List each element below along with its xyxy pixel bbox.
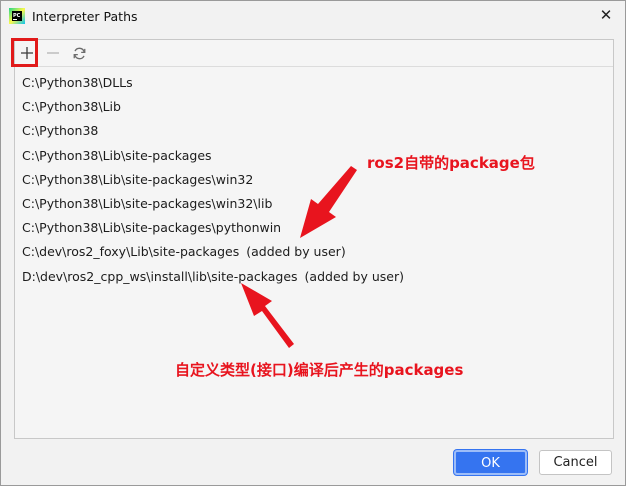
path-text: C:\Python38\Lib\site-packages\win32\lib <box>22 195 273 211</box>
app-icon-text: PC <box>13 13 21 19</box>
path-list-item[interactable]: C:\Python38\DLLs <box>15 71 613 95</box>
path-list-item[interactable]: C:\Python38\Lib\site-packages\pythonwin <box>15 216 613 240</box>
annotation-custom-packages: 自定义类型(接口)编译后产生的packages <box>175 361 464 379</box>
add-button-highlight-box <box>11 38 38 67</box>
path-list-item[interactable]: C:\Python38\Lib\site-packages\win32\lib <box>15 192 613 216</box>
cancel-button[interactable]: Cancel <box>539 450 612 475</box>
title-bar: PC Interpreter Paths ✕ <box>1 1 625 31</box>
path-text: C:\Python38\Lib\site-packages\pythonwin <box>22 220 282 236</box>
path-text: C:\Python38\Lib\site-packages\win32 <box>22 171 254 187</box>
path-list-item-user-added[interactable]: D:\dev\ros2_cpp_ws\install\lib\site-pack… <box>15 265 613 289</box>
path-list-item[interactable]: C:\Python38\Lib <box>15 95 613 119</box>
paths-toolbar <box>11 38 613 67</box>
path-text: C:\Python38\DLLs <box>22 75 133 90</box>
added-by-user-note: (added by user) <box>246 244 346 260</box>
added-by-user-note: (added by user) <box>304 268 404 284</box>
path-text: C:\Python38 <box>22 123 99 139</box>
path-text: C:\Python38\Lib <box>22 99 121 115</box>
path-list-item-user-added[interactable]: C:\dev\ros2_foxy\Lib\site-packages (added… <box>15 240 613 264</box>
interpreter-paths-dialog: PC Interpreter Paths ✕ C:\Python38\DLLs … <box>0 0 626 486</box>
window-title: Interpreter Paths <box>32 9 138 24</box>
minus-icon <box>47 52 59 54</box>
remove-path-button[interactable] <box>41 41 65 65</box>
path-text: C:\Python38\Lib\site-packages <box>22 147 212 163</box>
refresh-icon <box>73 47 85 59</box>
annotation-builtin-packages: ros2自带的package包 <box>367 154 535 172</box>
interpreter-paths-list: C:\Python38\DLLs C:\Python38\Lib C:\Pyth… <box>15 71 613 289</box>
reload-paths-button[interactable] <box>67 41 91 65</box>
add-path-button[interactable] <box>11 38 39 67</box>
path-text: D:\dev\ros2_cpp_ws\install\lib\site-pack… <box>22 268 298 284</box>
pycharm-app-icon: PC <box>9 8 25 24</box>
close-icon[interactable]: ✕ <box>596 5 616 25</box>
path-list-item[interactable]: C:\Python38 <box>15 119 613 143</box>
ok-button[interactable]: OK <box>454 450 527 475</box>
path-text: C:\dev\ros2_foxy\Lib\site-packages <box>22 244 240 260</box>
